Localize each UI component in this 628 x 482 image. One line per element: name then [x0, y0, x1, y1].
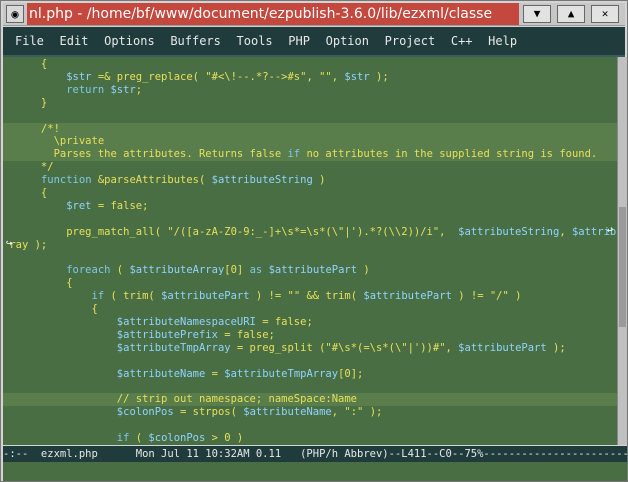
- emacs-window: ◉ nl.php - /home/bf/www/document/ezpubli…: [0, 0, 628, 482]
- code-line[interactable]: {: [3, 277, 617, 290]
- menu-project[interactable]: Project: [385, 27, 436, 55]
- code-line[interactable]: */: [3, 161, 617, 174]
- title-bar[interactable]: ◉ nl.php - /home/bf/www/document/ezpubli…: [3, 3, 625, 26]
- menu-option[interactable]: Option: [326, 27, 369, 55]
- code-line[interactable]: Parses the attributes. Returns false if …: [3, 148, 617, 162]
- code-line[interactable]: $colonPos = strpos( $attributeName, ":" …: [3, 406, 617, 419]
- code-line[interactable]: ray );: [3, 239, 617, 252]
- code-line[interactable]: [3, 110, 617, 123]
- code-line[interactable]: $attributeTmpArray = preg_split ("#\s*(=…: [3, 342, 617, 355]
- code-line[interactable]: [3, 355, 617, 368]
- close-icon: ✕: [601, 7, 609, 20]
- code-line[interactable]: [3, 252, 617, 265]
- code-line[interactable]: }: [3, 97, 617, 110]
- code-line[interactable]: [3, 419, 617, 432]
- menu-help[interactable]: Help: [488, 27, 517, 55]
- code-line[interactable]: {: [3, 58, 617, 71]
- menu-edit[interactable]: Edit: [60, 27, 89, 55]
- code-line[interactable]: return $str;: [3, 84, 617, 97]
- code-line[interactable]: $str =& preg_replace( "#<\!--.*?-->#s", …: [3, 71, 617, 84]
- vertical-scrollbar[interactable]: [617, 57, 627, 445]
- code-line[interactable]: [3, 213, 617, 226]
- menu-file[interactable]: File: [15, 27, 44, 55]
- wrap-arrow-icon: ↩: [607, 224, 614, 236]
- code-line[interactable]: {: [3, 303, 617, 316]
- maximize-button[interactable]: ▲: [557, 5, 585, 23]
- code-line[interactable]: if ( trim( $attributePart ) != "" && tri…: [3, 290, 617, 303]
- window-title: nl.php - /home/bf/www/document/ezpublish…: [27, 3, 519, 25]
- close-button[interactable]: ✕: [591, 5, 619, 23]
- code-line[interactable]: /*!: [3, 122, 617, 136]
- code-line[interactable]: if ( $colonPos > 0 ): [3, 432, 617, 445]
- minimize-button[interactable]: ▼: [523, 5, 551, 23]
- window-menu-icon[interactable]: ◉: [6, 5, 24, 23]
- code-line[interactable]: $ret = false;: [3, 200, 617, 213]
- code-line[interactable]: function &parseAttributes( $attributeStr…: [3, 174, 617, 187]
- menu-buffers[interactable]: Buffers: [170, 27, 221, 55]
- code-line[interactable]: $attributePrefix = false;: [3, 329, 617, 342]
- chevron-up-icon: ▲: [567, 7, 575, 20]
- code-line[interactable]: {: [3, 187, 617, 200]
- code-editor[interactable]: { $str =& preg_replace( "#<\!--.*?-->#s"…: [3, 57, 617, 445]
- minibuffer[interactable]: [3, 462, 627, 481]
- mode-line: -:-- ezxml.php Mon Jul 11 10:32AM 0.11 (…: [3, 446, 627, 462]
- code-line[interactable]: [3, 381, 617, 394]
- code-line[interactable]: foreach ( $attributeArray[0] as $attribu…: [3, 264, 617, 277]
- code-line[interactable]: $attributeNamespaceURI = false;: [3, 316, 617, 329]
- scrollbar-thumb[interactable]: [619, 207, 626, 327]
- menu-php[interactable]: PHP: [288, 27, 310, 55]
- chevron-down-icon: ▼: [533, 7, 541, 20]
- code-line[interactable]: $attributeName = $attributeTmpArray[0];: [3, 368, 617, 381]
- code-line[interactable]: // strip out namespace; nameSpace:Name: [3, 393, 617, 407]
- menu-tools[interactable]: Tools: [237, 27, 273, 55]
- menu-cpp[interactable]: C++: [451, 27, 473, 55]
- menu-bar: File Edit Options Buffers Tools PHP Opti…: [3, 27, 625, 57]
- menu-options[interactable]: Options: [104, 27, 155, 55]
- continuation-arrow-icon: ↪: [6, 237, 13, 249]
- code-line[interactable]: preg_match_all( "/([a-zA-Z0-9:_-]+\s*=\s…: [3, 226, 617, 239]
- code-line[interactable]: \private: [3, 135, 617, 149]
